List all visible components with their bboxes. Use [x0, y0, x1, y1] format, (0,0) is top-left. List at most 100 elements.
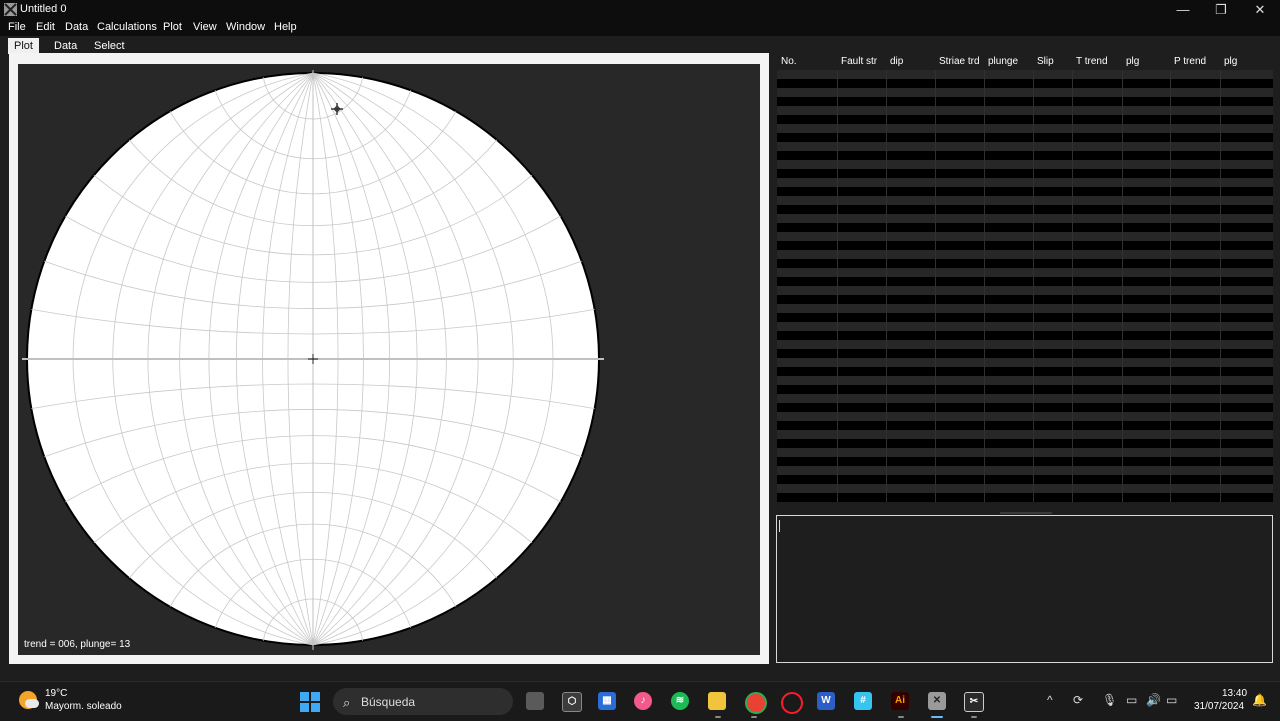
table-row[interactable] — [777, 160, 1273, 169]
minimize-button[interactable]: — — [1164, 0, 1202, 20]
menu-help[interactable]: Help — [274, 21, 297, 33]
table-row[interactable] — [777, 97, 1273, 106]
weather-icon[interactable] — [19, 691, 39, 709]
spotify-icon[interactable]: ≋ — [671, 692, 689, 710]
table-row[interactable] — [777, 466, 1273, 475]
sync-icon[interactable]: ⟳ — [1073, 693, 1083, 707]
notification-bell-icon[interactable]: 🔔 — [1252, 693, 1267, 707]
table-row[interactable] — [777, 196, 1273, 205]
table-row[interactable] — [777, 475, 1273, 484]
table-row[interactable] — [777, 358, 1273, 367]
close-button[interactable]: ✕ — [1241, 0, 1279, 20]
panel-splitter[interactable] — [1000, 512, 1052, 514]
table-row[interactable] — [777, 376, 1273, 385]
table-row[interactable] — [777, 484, 1273, 493]
table-row[interactable] — [777, 313, 1273, 322]
tab-data[interactable]: Data — [48, 38, 83, 54]
menu-edit[interactable]: Edit — [36, 21, 55, 33]
output-text-area[interactable] — [776, 515, 1273, 663]
data-table[interactable]: No. Fault str dip Striae trd plunge Slip… — [776, 54, 1273, 506]
col-header-no[interactable]: No. — [781, 56, 797, 67]
table-row[interactable] — [777, 205, 1273, 214]
clock-date[interactable]: 31/07/2024 — [1194, 701, 1244, 712]
task-view-icon[interactable] — [526, 692, 544, 710]
table-row[interactable] — [777, 295, 1273, 304]
table-row[interactable] — [777, 421, 1273, 430]
table-row[interactable] — [777, 349, 1273, 358]
stereonet-app-icon[interactable]: ✕ — [928, 692, 946, 710]
table-row[interactable] — [777, 367, 1273, 376]
table-row[interactable] — [777, 259, 1273, 268]
restore-button[interactable]: ❐ — [1202, 0, 1240, 20]
col-header-p-plg[interactable]: plg — [1224, 56, 1237, 67]
table-row[interactable] — [777, 70, 1273, 79]
menu-plot[interactable]: Plot — [163, 21, 182, 33]
store-app-icon[interactable]: ⬡ — [562, 692, 582, 712]
table-row[interactable] — [777, 133, 1273, 142]
col-header-slip[interactable]: Slip — [1037, 56, 1054, 67]
col-header-fault-str[interactable]: Fault str — [841, 56, 877, 67]
snipping-tool-icon[interactable]: ✂ — [964, 692, 984, 712]
network-icon[interactable]: ▭ — [1126, 693, 1137, 707]
table-row[interactable] — [777, 187, 1273, 196]
chevron-up-icon[interactable]: ^ — [1047, 693, 1053, 707]
table-row[interactable] — [777, 241, 1273, 250]
table-row[interactable] — [777, 439, 1273, 448]
volume-icon[interactable]: 🔊 — [1146, 693, 1161, 707]
itunes-icon[interactable]: ♪ — [634, 692, 652, 710]
microphone-icon[interactable]: 🎙 — [1102, 693, 1117, 707]
table-row[interactable] — [777, 232, 1273, 241]
weather-temperature[interactable]: 19°C — [45, 688, 67, 699]
col-header-dip[interactable]: dip — [890, 56, 903, 67]
table-row[interactable] — [777, 412, 1273, 421]
taskbar-search-box[interactable]: ⌕ Búsqueda — [333, 688, 513, 715]
table-row[interactable] — [777, 106, 1273, 115]
col-header-plunge[interactable]: plunge — [988, 56, 1018, 67]
table-row[interactable] — [777, 268, 1273, 277]
table-row[interactable] — [777, 277, 1273, 286]
table-row[interactable] — [777, 151, 1273, 160]
table-row[interactable] — [777, 331, 1273, 340]
table-row[interactable] — [777, 493, 1273, 502]
table-row[interactable] — [777, 340, 1273, 349]
table-row[interactable] — [777, 430, 1273, 439]
table-row[interactable] — [777, 214, 1273, 223]
chrome-icon[interactable] — [745, 692, 767, 714]
plot-canvas[interactable]: trend = 006, plunge= 13 — [18, 64, 760, 655]
col-header-t-trend[interactable]: T trend — [1076, 56, 1108, 67]
table-row[interactable] — [777, 223, 1273, 232]
table-row[interactable] — [777, 385, 1273, 394]
table-row[interactable] — [777, 304, 1273, 313]
col-header-striae-trd[interactable]: Striae trd — [939, 56, 980, 67]
col-header-p-trend[interactable]: P trend — [1174, 56, 1206, 67]
col-header-t-plg[interactable]: plg — [1126, 56, 1139, 67]
table-row[interactable] — [777, 403, 1273, 412]
tab-select[interactable]: Select — [88, 38, 131, 54]
tab-plot[interactable]: Plot — [8, 38, 39, 54]
file-explorer-icon[interactable] — [708, 692, 726, 710]
menu-view[interactable]: View — [193, 21, 217, 33]
table-row[interactable] — [777, 142, 1273, 151]
table-row[interactable] — [777, 457, 1273, 466]
stereonet[interactable] — [18, 64, 760, 655]
table-row[interactable] — [777, 88, 1273, 97]
table-row[interactable] — [777, 448, 1273, 457]
ms-store-icon[interactable]: ▦ — [598, 692, 616, 710]
word-icon[interactable]: W — [817, 692, 835, 710]
menu-calculations[interactable]: Calculations — [97, 21, 157, 33]
table-row[interactable] — [777, 79, 1273, 88]
table-row[interactable] — [777, 178, 1273, 187]
clock-time[interactable]: 13:40 — [1222, 688, 1247, 699]
table-row[interactable] — [777, 115, 1273, 124]
menu-data[interactable]: Data — [65, 21, 88, 33]
table-row[interactable] — [777, 394, 1273, 403]
table-row[interactable] — [777, 322, 1273, 331]
table-row[interactable] — [777, 124, 1273, 133]
table-row[interactable] — [777, 250, 1273, 259]
illustrator-icon[interactable]: Ai — [891, 692, 909, 710]
menu-file[interactable]: File — [8, 21, 26, 33]
battery-icon[interactable]: ▭ — [1166, 693, 1177, 707]
weather-description[interactable]: Mayorm. soleado — [45, 701, 122, 712]
table-row[interactable] — [777, 286, 1273, 295]
opera-icon[interactable] — [781, 692, 803, 714]
